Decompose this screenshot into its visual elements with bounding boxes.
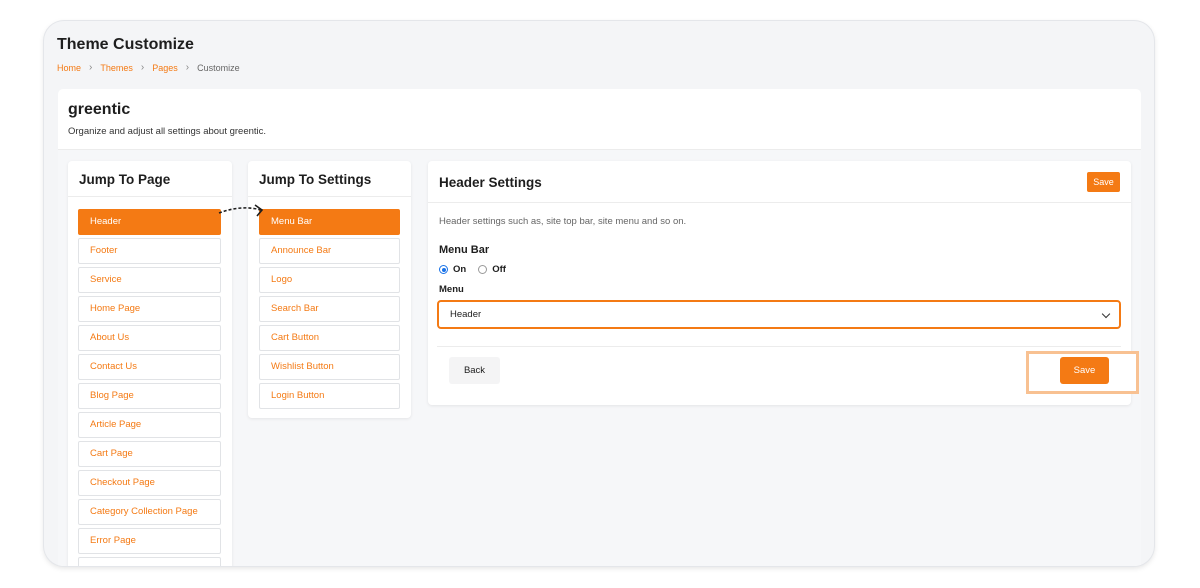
- settings-item-wishlist-button[interactable]: Wishlist Button: [259, 354, 400, 380]
- divider: [248, 196, 411, 197]
- page-item-service[interactable]: Service: [78, 267, 221, 293]
- chevron-down-icon: [1101, 309, 1111, 319]
- back-button[interactable]: Back: [449, 357, 500, 384]
- settings-item-search-bar[interactable]: Search Bar: [259, 296, 400, 322]
- menu-bar-radio-group: On Off: [439, 264, 518, 275]
- breadcrumb-customize: Customize: [197, 62, 240, 73]
- radio-on[interactable]: [439, 265, 448, 274]
- breadcrumb-pages[interactable]: Pages: [152, 63, 178, 73]
- settings-item-login-button[interactable]: Login Button: [259, 383, 400, 409]
- menu-bar-label: Menu Bar: [439, 244, 490, 256]
- jump-to-settings-panel: Jump To Settings Menu Bar Announce Bar L…: [248, 161, 411, 418]
- menu-select[interactable]: Header: [437, 300, 1121, 329]
- header-settings-title: Header Settings: [439, 175, 542, 190]
- page-item-checkout-page[interactable]: Checkout Page: [78, 470, 221, 496]
- page-item-category-collection-page[interactable]: Category Collection Page: [78, 499, 221, 525]
- page-title: Theme Customize: [57, 36, 194, 53]
- store-name: greentic: [68, 101, 131, 118]
- page-item-about-us[interactable]: About Us: [78, 325, 221, 351]
- store-description: Organize and adjust all settings about g…: [68, 126, 267, 137]
- menu-label: Menu: [439, 284, 464, 295]
- jump-to-page-title: Jump To Page: [79, 172, 171, 187]
- radio-off-label[interactable]: Off: [492, 264, 506, 275]
- settings-item-logo[interactable]: Logo: [259, 267, 400, 293]
- chevron-right-icon: ›: [89, 62, 93, 73]
- main-card: greentic Organize and adjust all setting…: [58, 89, 1141, 566]
- save-button-top[interactable]: Save: [1087, 172, 1120, 192]
- content-area: Jump To Page Header Footer Service Home …: [58, 150, 1141, 566]
- settings-item-cart-button[interactable]: Cart Button: [259, 325, 400, 351]
- breadcrumb-home[interactable]: Home: [57, 63, 81, 73]
- settings-item-announce-bar[interactable]: Announce Bar: [259, 238, 400, 264]
- page-item-footer[interactable]: Footer: [78, 238, 221, 264]
- breadcrumb: Home › Themes › Pages › Customize: [57, 62, 240, 73]
- page-item-home-page[interactable]: Home Page: [78, 296, 221, 322]
- page-item-error-page[interactable]: Error Page: [78, 528, 221, 554]
- header-settings-panel: Header Settings Save Header settings suc…: [428, 161, 1139, 405]
- jump-to-settings-title: Jump To Settings: [259, 172, 372, 187]
- divider: [68, 196, 232, 197]
- divider: [437, 346, 1121, 347]
- page-item-blog-page[interactable]: Blog Page: [78, 383, 221, 409]
- header-settings-description: Header settings such as, site top bar, s…: [439, 216, 687, 227]
- radio-off[interactable]: [478, 265, 488, 274]
- settings-item-menu-bar[interactable]: Menu Bar: [259, 209, 400, 235]
- dashed-arrow-icon: [218, 204, 264, 217]
- app-window: Theme Customize Home › Themes › Pages › …: [44, 21, 1154, 566]
- page-item-article-page[interactable]: Article Page: [78, 412, 221, 438]
- radio-on-label[interactable]: On: [453, 264, 466, 275]
- page-item-partial[interactable]: [78, 557, 221, 566]
- jump-to-page-panel: Jump To Page Header Footer Service Home …: [68, 161, 232, 566]
- save-button[interactable]: Save: [1060, 357, 1109, 384]
- breadcrumb-themes[interactable]: Themes: [100, 63, 133, 73]
- page-item-cart-page[interactable]: Cart Page: [78, 441, 221, 467]
- page-item-header[interactable]: Header: [78, 209, 221, 235]
- page-item-contact-us[interactable]: Contact Us: [78, 354, 221, 380]
- menu-select-value: Header: [450, 309, 482, 320]
- settings-nav-list: Menu Bar Announce Bar Logo Search Bar Ca…: [259, 209, 400, 412]
- page-nav-list: Header Footer Service Home Page About Us…: [78, 209, 221, 566]
- divider: [428, 202, 1131, 203]
- chevron-right-icon: ›: [140, 62, 145, 73]
- chevron-right-icon: ›: [185, 62, 190, 73]
